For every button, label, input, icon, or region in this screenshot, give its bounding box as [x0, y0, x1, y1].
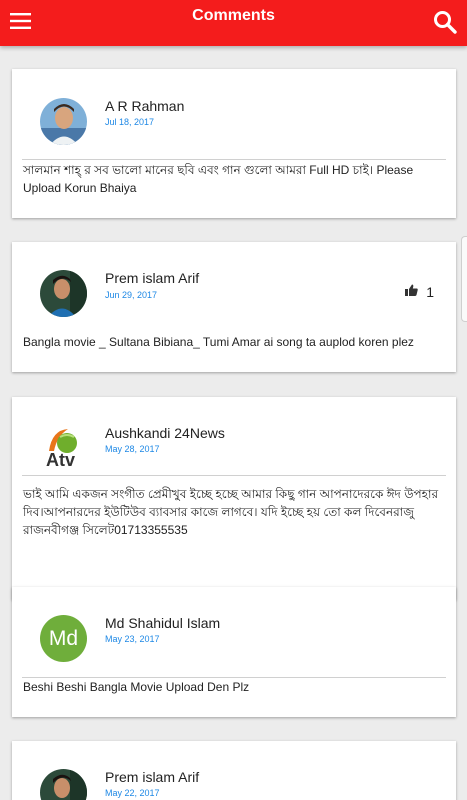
comment-card: Prem islam Arif May 22, 2017	[12, 741, 456, 800]
divider	[22, 159, 446, 160]
avatar[interactable]	[40, 98, 87, 145]
search-icon[interactable]	[433, 10, 457, 34]
comment-text: সালমান শাহ্ র সব ভালো মানের ছবি এবং গান …	[23, 163, 414, 195]
author-name: Aushkandi 24News	[105, 425, 225, 441]
comment-card: Prem islam Arif Jun 29, 2017 1 Bangla mo…	[12, 242, 456, 372]
scrollbar-handle[interactable]	[461, 236, 467, 322]
like-count: 1	[426, 284, 434, 300]
avatar[interactable]: Md	[40, 615, 87, 662]
comment-date: Jun 29, 2017	[105, 290, 158, 300]
comment-card: Md Md Shahidul Islam May 23, 2017 Beshi …	[12, 587, 456, 717]
divider	[22, 475, 446, 476]
avatar[interactable]	[40, 769, 87, 800]
author-name: Prem islam Arif	[105, 769, 200, 785]
page-title: Comments	[192, 7, 275, 24]
comment-date: May 23, 2017	[105, 634, 160, 644]
comment-text: ভাই আমি একজন সংগীত প্রেমীখুব ইচ্ছে হচ্ছে…	[23, 487, 439, 537]
author-name: Md Shahidul Islam	[105, 615, 221, 631]
comment-card: Atv Aushkandi 24News May 28, 2017 ভাই আম…	[12, 397, 456, 600]
avatar-logo-text: Atv	[46, 450, 75, 470]
author-name: Prem islam Arif	[105, 270, 200, 286]
comment-card: A R Rahman Jul 18, 2017 সালমান শাহ্ র সব…	[12, 69, 456, 218]
like-button[interactable]: 1	[405, 283, 434, 301]
author-name: A R Rahman	[105, 98, 185, 114]
comment-list[interactable]: A R Rahman Jul 18, 2017 সালমান শাহ্ র সব…	[0, 46, 467, 800]
comment-text: Bangla movie _ Sultana Bibiana_ Tumi Ama…	[23, 335, 414, 349]
comment-date: May 28, 2017	[105, 444, 160, 454]
comment-date: Jul 18, 2017	[105, 117, 155, 127]
thumbs-up-icon	[405, 283, 418, 301]
comment-date: May 22, 2017	[105, 788, 160, 798]
app-bar: Comments	[0, 0, 467, 46]
comment-text: Beshi Beshi Bangla Movie Upload Den Plz	[23, 680, 250, 694]
avatar[interactable]	[40, 270, 87, 317]
avatar-initials: Md	[48, 626, 79, 650]
avatar[interactable]: Atv	[40, 423, 87, 470]
